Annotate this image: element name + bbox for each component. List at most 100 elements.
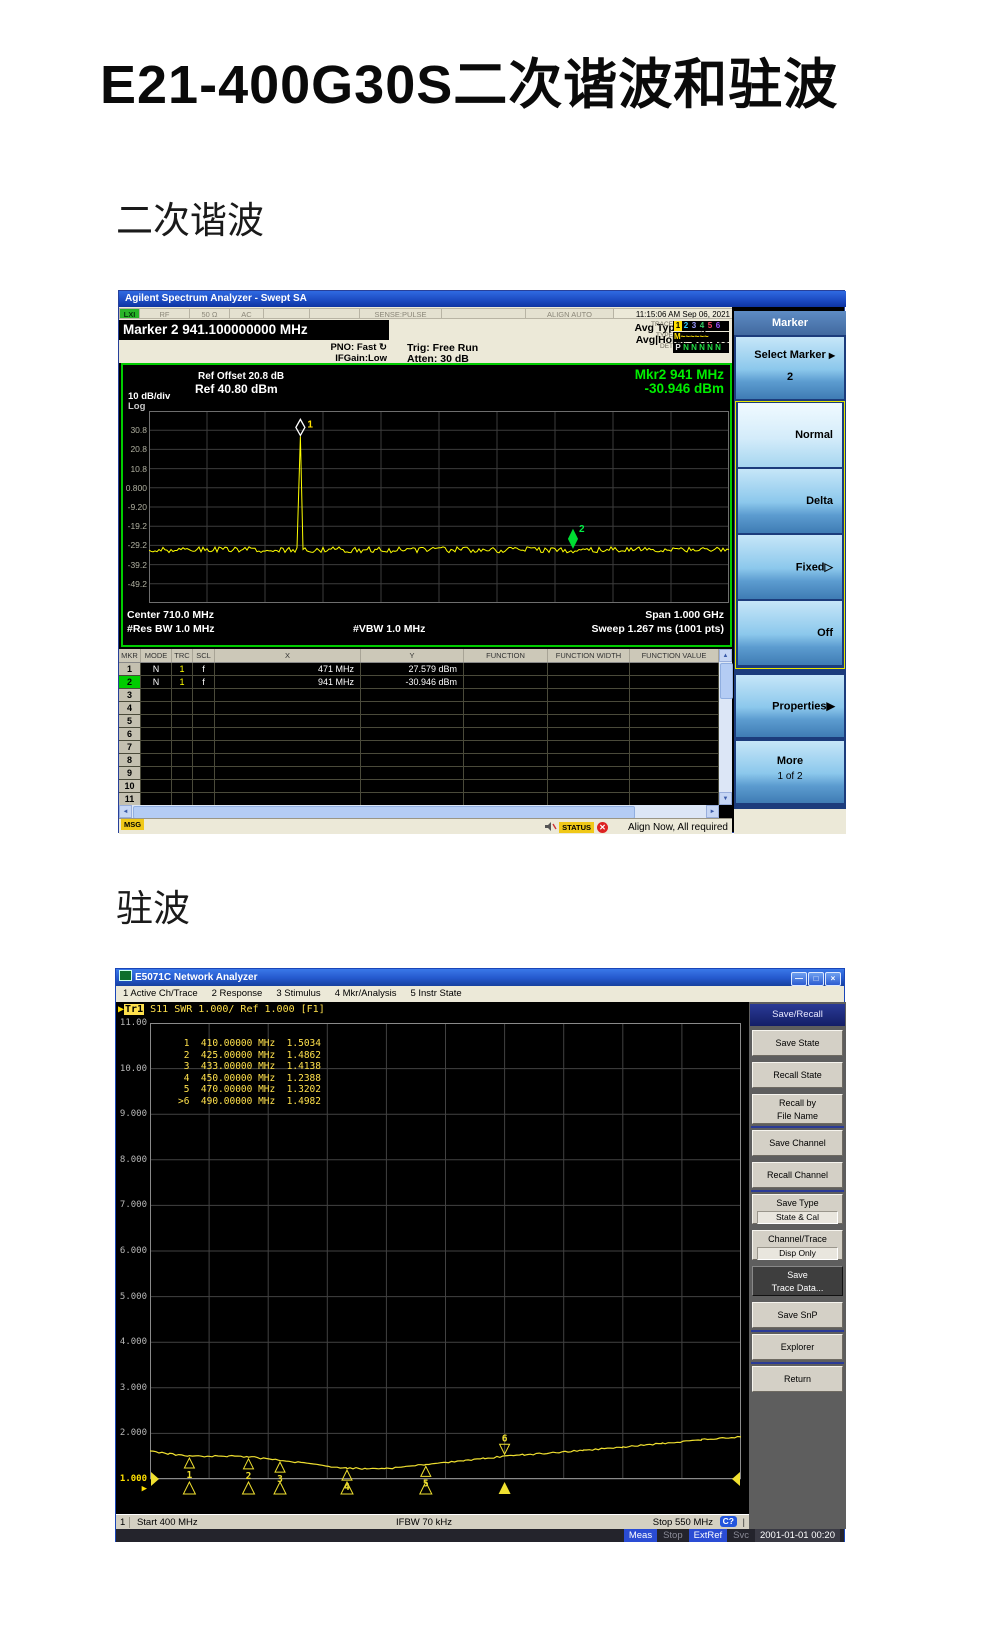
table-cell: 6 [119, 728, 141, 741]
softkey-select-marker[interactable]: Select Marker ▶ 2 [736, 337, 844, 399]
trace-number: 6 [715, 321, 721, 330]
menu-item-stimulus[interactable]: 3 Stimulus [276, 986, 320, 1002]
sa-type-value: M~~~~~~ [673, 332, 729, 342]
table-cell [193, 702, 215, 715]
sa-table-hscrollbar[interactable]: ◄ ► [119, 805, 719, 819]
table-cell [548, 702, 630, 715]
softkey-off[interactable]: Off [738, 601, 842, 665]
na-softkey-field: Disp Only [757, 1247, 838, 1260]
na-softkey-recall-state[interactable]: Recall State [752, 1062, 843, 1088]
table-cell [548, 663, 630, 676]
table-cell [361, 728, 464, 741]
close-icon[interactable]: × [825, 972, 841, 987]
na-menu-separator [751, 1362, 844, 1364]
sa-table-vscrollbar[interactable]: ▲ ▼ [719, 649, 733, 805]
table-cell [215, 702, 361, 715]
na-taskbar-extref[interactable]: ExtRef [688, 1529, 728, 1542]
sa-sweep-label: Sweep 1.267 ms (1001 pts) [591, 623, 725, 635]
table-cell [172, 728, 193, 741]
table-row[interactable]: 4 [119, 702, 719, 715]
sa-resbw-label: #Res BW 1.0 MHz [127, 623, 215, 635]
softkey-more[interactable]: More 1 of 2 [736, 741, 844, 803]
minimize-icon[interactable]: — [791, 972, 807, 987]
na-softkey-label: Explorer [780, 1342, 815, 1352]
na-title-text: E5071C Network Analyzer [135, 972, 258, 983]
table-cell: N [141, 676, 172, 689]
vscroll-thumb[interactable] [720, 663, 733, 699]
na-softkey-label: Return [783, 1374, 811, 1384]
table-cell [548, 780, 630, 793]
table-row[interactable]: 7 [119, 741, 719, 754]
softkey-normal[interactable]: Normal [738, 403, 842, 467]
sa-table-header-cell: MODE [141, 649, 172, 662]
table-cell [193, 715, 215, 728]
table-row[interactable]: 3 [119, 689, 719, 702]
menu-item-response[interactable]: 2 Response [212, 986, 263, 1002]
na-softkey-label: Recall Channel [766, 1170, 829, 1180]
table-row[interactable]: 8 [119, 754, 719, 767]
restore-icon[interactable]: □ [808, 972, 824, 987]
scroll-right-icon[interactable]: ► [706, 805, 719, 818]
error-icon: ✕ [597, 822, 608, 833]
table-cell [464, 715, 548, 728]
na-softkey-menu: Save/Recall Save State Recall State Recall… [749, 1002, 846, 1529]
table-row[interactable]: 5 [119, 715, 719, 728]
na-softkey-save-channel[interactable]: Save Channel [752, 1130, 843, 1156]
table-row[interactable]: 1 N 1 f 471 MHz 27.579 dBm [119, 663, 719, 676]
softkey-properties[interactable]: Properties▶ [736, 675, 844, 737]
na-softkey-label2: Trace Data... [771, 1283, 824, 1293]
na-softkey-field: State & Cal [757, 1211, 838, 1224]
na-marker-label: 1 [187, 1470, 193, 1481]
scroll-down-icon[interactable]: ▼ [719, 792, 732, 805]
softkey-fixed[interactable]: Fixed▷ [738, 535, 842, 599]
menu-item-mkranalysis[interactable]: 4 Mkr/Analysis [335, 986, 397, 1002]
table-cell [548, 715, 630, 728]
na-menu-title: Save/Recall [750, 1004, 845, 1026]
table-cell: 1 [119, 663, 141, 676]
table-row[interactable]: 9 [119, 767, 719, 780]
softkey-label: Delta [806, 495, 833, 507]
na-softkey-recall-by-file-name[interactable]: Recall by File Name [752, 1094, 843, 1124]
table-cell [215, 689, 361, 702]
table-cell [464, 689, 548, 702]
menu-item-active[interactable]: 1 Active Ch/Trace [123, 986, 198, 1002]
table-cell [172, 715, 193, 728]
na-softkey-recall-channel[interactable]: Recall Channel [752, 1162, 843, 1188]
sa-trace-status-block: TRACE 1 2 3 4 5 6 TYPEM~~~~~~ DET P N N N N N [647, 321, 732, 354]
na-softkey-return[interactable]: Return [752, 1366, 843, 1392]
sa-y-tick-label: -19.2 [127, 521, 147, 532]
lxi-indicator: LXI [119, 308, 139, 319]
na-softkey-save-trace-data-[interactable]: Save Trace Data... [752, 1266, 843, 1296]
table-cell [172, 689, 193, 702]
table-cell [361, 754, 464, 767]
softkey-delta[interactable]: Delta [738, 469, 842, 533]
na-softkey-channel-trace[interactable]: Channel/Trace Disp Only [752, 1230, 843, 1260]
na-softkey-explorer[interactable]: Explorer [752, 1334, 843, 1360]
sa-table-header-cell: MKR [119, 649, 141, 662]
status-message: Align Now, All required [627, 822, 728, 833]
na-marker-icon [419, 1465, 432, 1477]
na-softkey-save-state[interactable]: Save State [752, 1030, 843, 1056]
sa-table-header-cell: Y [361, 649, 464, 662]
table-row[interactable]: 2 N 1 f 941 MHz -30.946 dBm [119, 676, 719, 689]
na-softkey-save-snp[interactable]: Save SnP [752, 1302, 843, 1328]
na-taskbar-svc[interactable]: Svc [728, 1529, 754, 1542]
table-cell [141, 780, 172, 793]
table-cell [172, 767, 193, 780]
sa-plot: 12 [149, 411, 729, 603]
det-value: N [691, 343, 697, 352]
softkey-label: Off [817, 627, 833, 639]
na-taskbar-meas[interactable]: Meas [623, 1529, 658, 1542]
na-readout-row: 1 410.00000 MHz 1.5034 [178, 1038, 321, 1049]
na-softkey-save-type[interactable]: Save Type State & Cal [752, 1194, 843, 1224]
scroll-left-icon[interactable]: ◄ [119, 805, 132, 818]
table-row[interactable]: 10 [119, 780, 719, 793]
sa-table-header-cell: X [215, 649, 361, 662]
table-row[interactable]: 6 [119, 728, 719, 741]
menu-item-instr[interactable]: 5 Instr State [410, 986, 461, 1002]
na-marker-label: 3 [277, 1474, 283, 1485]
na-taskbar-stop[interactable]: Stop [658, 1529, 688, 1542]
na-y-tick-label: 4.000 [119, 1337, 147, 1348]
scroll-up-icon[interactable]: ▲ [719, 649, 732, 662]
mute-icon [544, 821, 557, 835]
